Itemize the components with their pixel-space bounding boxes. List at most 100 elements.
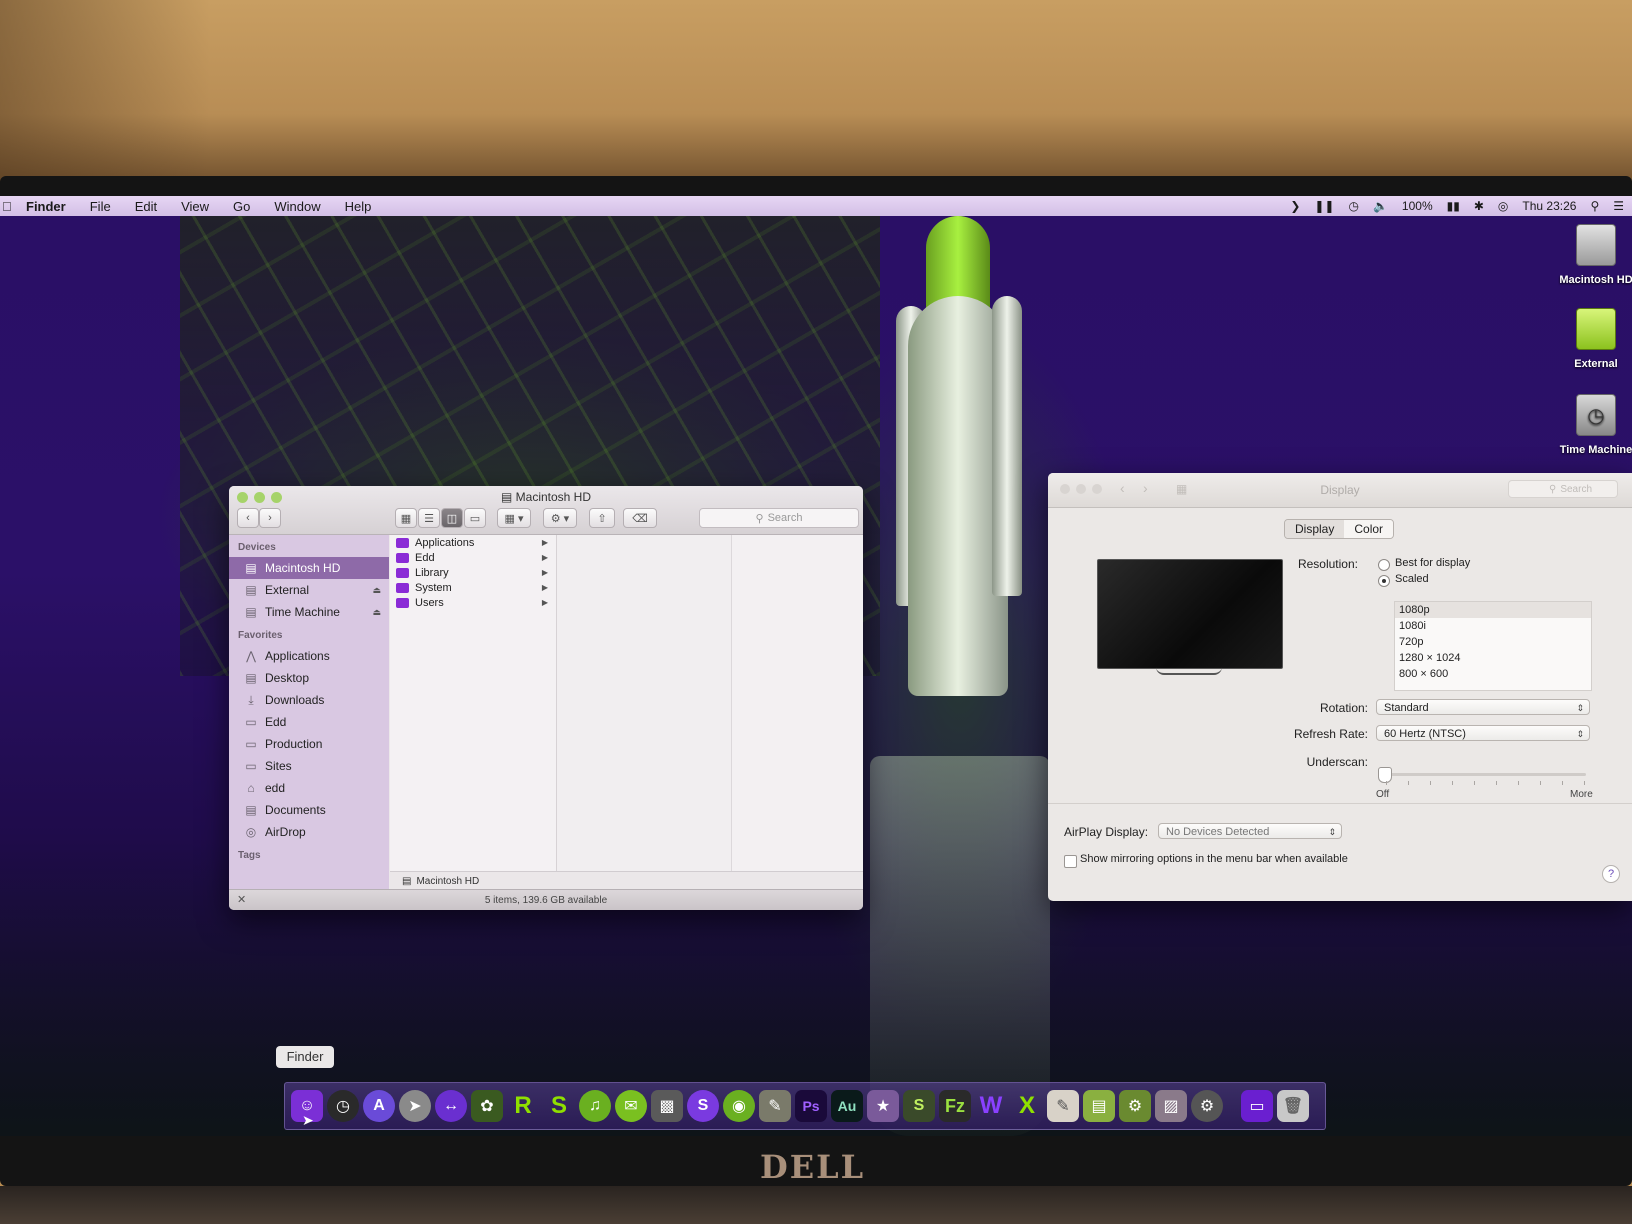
underscan-slider[interactable] [1386,773,1586,776]
battery-percent[interactable]: 100% [1402,199,1433,213]
refresh-rate-select[interactable]: 60 Hertz (NTSC) ⇕ [1376,725,1590,741]
teamviewer-icon[interactable]: ↔ [435,1090,467,1122]
media-app-icon[interactable]: ★ [867,1090,899,1122]
photo-app-icon[interactable]: ▩ [651,1090,683,1122]
battery-icon[interactable]: ▮▮ [1447,199,1460,213]
sidebar-item-documents[interactable]: ▤ Documents [229,799,389,821]
pause-icon[interactable]: ❚❚ [1314,199,1334,213]
sidebar-item-airdrop[interactable]: ◎ AirDrop [229,821,389,843]
eject-icon[interactable]: ⏏ [372,607,381,618]
word-icon[interactable]: W [975,1090,1007,1122]
plant-app-icon[interactable]: ✿ [471,1090,503,1122]
finder-titlebar[interactable]: ▤ Macintosh HD ‹ › ▦ ☰ ◫ ▭ ▦ ▾ ⚙ ▾ ⇧ ⌫ ⚲… [229,486,863,535]
wifi-icon[interactable]: ◎ [1498,199,1508,213]
audition-icon[interactable]: Au [831,1090,863,1122]
trash-icon[interactable]: 🗑 [1277,1090,1309,1122]
clock[interactable]: Thu 23:26 [1522,199,1576,213]
action-gear-button[interactable]: ⚙ ▾ [543,508,577,528]
back-button[interactable]: ‹ [237,508,259,528]
path-item[interactable]: Macintosh HD [416,876,479,887]
app-store-icon[interactable]: A [363,1090,395,1122]
sidebar-item-sites[interactable]: ▭ Sites [229,755,389,777]
textedit-icon[interactable]: ✎ [1047,1090,1079,1122]
menu-help[interactable]: Help [345,199,372,214]
sidebar-item-home[interactable]: ⌂ edd [229,777,389,799]
menu-window[interactable]: Window [274,199,320,214]
spotlight-search-icon[interactable]: ⚲ [1590,199,1599,213]
archive-app-icon[interactable]: ▨ [1155,1090,1187,1122]
radio-scaled[interactable] [1378,575,1390,587]
time-machine-menu-icon[interactable]: ◷ [1348,199,1358,213]
menu-edit[interactable]: Edit [135,199,157,214]
rotation-select[interactable]: Standard ⇕ [1376,699,1590,715]
sidebar-item-external[interactable]: ▤ External ⏏ [229,579,389,601]
menu-file[interactable]: File [90,199,111,214]
sidebar-item-desktop[interactable]: ▤ Desktop [229,667,389,689]
system-preferences-icon[interactable]: ⚙ [1191,1090,1223,1122]
s-app-icon[interactable]: S [543,1090,575,1122]
notification-center-icon[interactable]: ☰ [1613,199,1624,213]
list-item[interactable]: 720p [1395,634,1591,650]
desktop-icon-external[interactable]: External [1536,308,1632,370]
list-item[interactable]: 1080i [1395,618,1591,634]
dashboard-icon[interactable]: ◷ [327,1090,359,1122]
launchpad-icon[interactable]: ➤ [399,1090,431,1122]
cover-flow-button[interactable]: ▭ [464,508,486,528]
filezilla-icon[interactable]: Fz [939,1090,971,1122]
finder-search-input[interactable]: ⚲ Search [699,508,859,528]
itunes-icon[interactable]: ♫ [579,1090,611,1122]
apple-menu-icon[interactable]:  [2,199,16,214]
list-item[interactable]: 800 × 600 [1395,666,1591,682]
help-button[interactable]: ? [1602,865,1620,883]
underscan-slider-knob[interactable] [1378,767,1392,783]
arrange-button[interactable]: ▦ ▾ [497,508,531,528]
prefs-search-input[interactable]: ⚲ Search [1508,480,1618,498]
list-item-edd[interactable]: Edd ▶ [390,550,556,565]
radio-best-for-display[interactable] [1378,559,1390,571]
menu-view[interactable]: View [181,199,209,214]
tag-button[interactable]: ⌫ [623,508,657,528]
excel-icon[interactable]: X [1011,1090,1043,1122]
list-item[interactable]: 1080p [1395,602,1591,618]
mirroring-checkbox[interactable] [1064,855,1077,868]
prefs-titlebar[interactable]: ‹ › ▦ Display ⚲ Search [1048,473,1632,508]
notes-icon[interactable]: ▤ [1083,1090,1115,1122]
forward-button[interactable]: › [259,508,281,528]
list-item[interactable]: 1280 × 1024 [1395,650,1591,666]
chevron-right-icon[interactable]: ❯ [1290,199,1300,213]
messages-icon[interactable]: ✉ [615,1090,647,1122]
list-item-library[interactable]: Library ▶ [390,565,556,580]
chrome-icon[interactable]: ◉ [723,1090,755,1122]
list-item-applications[interactable]: Applications ▶ [390,535,556,550]
skype-icon[interactable]: S [687,1090,719,1122]
photoshop-icon[interactable]: Ps [795,1090,827,1122]
desktop-icon-time-machine[interactable]: ◷ Time Machine [1536,394,1632,456]
icon-view-button[interactable]: ▦ [395,508,417,528]
close-icon[interactable]: ✕ [237,890,246,910]
share-button[interactable]: ⇧ [589,508,615,528]
desktop-icon-macintosh-hd[interactable]: Macintosh HD [1536,224,1632,286]
menu-go[interactable]: Go [233,199,250,214]
preview-icon[interactable]: ✎ [759,1090,791,1122]
tab-display[interactable]: Display [1285,520,1345,538]
list-item-users[interactable]: Users ▶ [390,595,556,610]
sidebar-item-production[interactable]: ▭ Production [229,733,389,755]
downloads-folder-icon[interactable]: ▭ [1241,1090,1273,1122]
list-view-button[interactable]: ☰ [418,508,440,528]
column-view-button[interactable]: ◫ [441,508,463,528]
eject-icon[interactable]: ⏏ [372,585,381,596]
scrivener-icon[interactable]: S [903,1090,935,1122]
volume-icon[interactable]: 🔈 [1373,199,1388,213]
airplay-select[interactable]: No Devices Detected ⇕ [1158,823,1342,839]
sidebar-item-edd-folder[interactable]: ▭ Edd [229,711,389,733]
menu-finder[interactable]: Finder [26,199,66,214]
list-item-system[interactable]: System ▶ [390,580,556,595]
sidebar-item-downloads[interactable]: ⤓ Downloads [229,689,389,711]
sidebar-item-time-machine[interactable]: ▤ Time Machine ⏏ [229,601,389,623]
sidebar-item-macintosh-hd[interactable]: ▤ Macintosh HD [229,557,389,579]
utility-app-icon[interactable]: ⚙ [1119,1090,1151,1122]
r-app-icon[interactable]: R [507,1090,539,1122]
tab-color[interactable]: Color [1344,520,1394,538]
sidebar-item-applications[interactable]: ⋀ Applications [229,645,389,667]
bluetooth-icon[interactable]: ✱ [1474,199,1484,213]
